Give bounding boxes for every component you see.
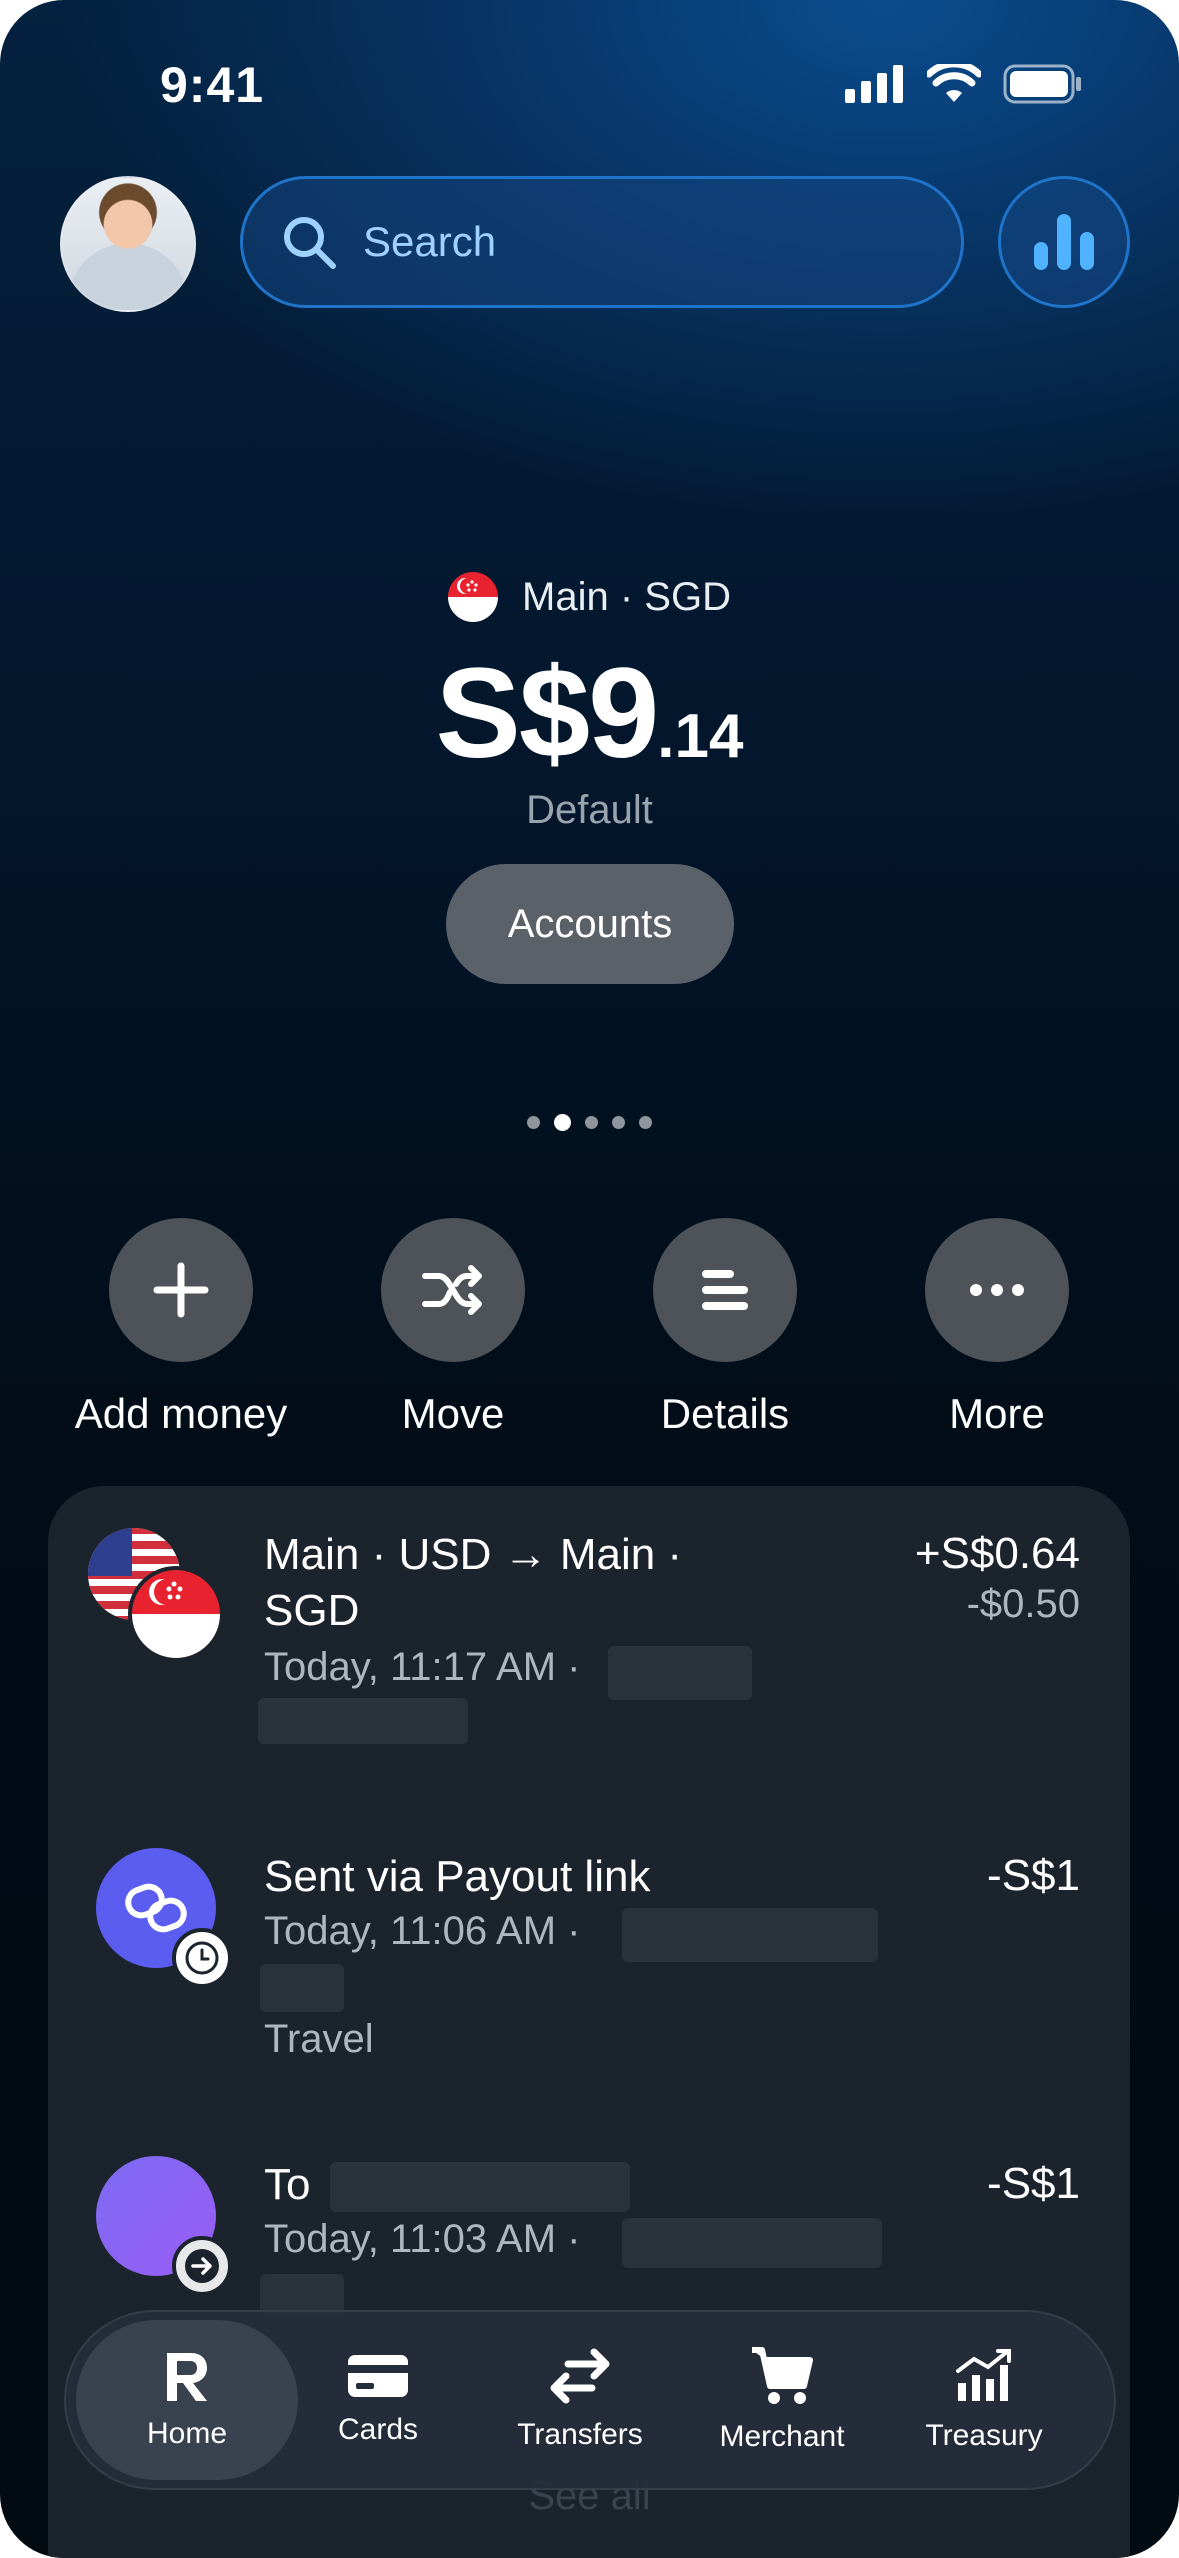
search-icon bbox=[284, 217, 336, 269]
balance-amount: S$9.14 bbox=[0, 640, 1179, 787]
transaction-amount: +S$0.64 bbox=[914, 1529, 1080, 1578]
nav-cards[interactable]: Cards bbox=[278, 2312, 478, 2488]
more-button[interactable]: More bbox=[867, 1218, 1127, 1438]
profile-avatar[interactable] bbox=[60, 176, 196, 312]
search-placeholder: Search bbox=[363, 218, 497, 265]
nav-treasury[interactable]: Treasury bbox=[884, 2312, 1084, 2488]
balance-main: S$9 bbox=[435, 642, 660, 785]
nav-home-label: Home bbox=[146, 2417, 228, 2450]
sgd-flag-icon bbox=[128, 1566, 224, 1662]
pending-clock-icon bbox=[172, 1928, 232, 1988]
page-indicator[interactable] bbox=[0, 1114, 1179, 1131]
page-dot bbox=[585, 1116, 598, 1129]
redacted-text bbox=[622, 1908, 878, 1962]
status-time: 9:41 bbox=[160, 57, 265, 113]
nav-cards-label: Cards bbox=[337, 2413, 419, 2446]
more-label: More bbox=[949, 1390, 1045, 1437]
bar-chart-icon bbox=[1034, 214, 1094, 270]
add-money-circle bbox=[109, 1218, 253, 1362]
shuffle-icon bbox=[422, 1265, 482, 1315]
redacted-text bbox=[608, 1646, 752, 1700]
add-money-label: Add money bbox=[74, 1390, 288, 1437]
transaction-time: Today, 11:06 AM · bbox=[264, 1909, 581, 1953]
page-dot bbox=[527, 1116, 540, 1129]
transaction-amount: -S$1 bbox=[987, 2159, 1080, 2208]
nav-home[interactable]: Home bbox=[76, 2320, 298, 2480]
outgoing-arrow-icon bbox=[172, 2236, 232, 2296]
transaction-time: Today, 11:03 AM · bbox=[264, 2217, 581, 2261]
page-dot bbox=[639, 1116, 652, 1129]
analytics-button[interactable] bbox=[998, 176, 1130, 308]
add-money-button[interactable]: Add money bbox=[51, 1218, 311, 1438]
transaction-title: Sent via Payout link bbox=[264, 1852, 651, 1901]
nav-transfers-label: Transfers bbox=[517, 2418, 643, 2451]
battery-icon bbox=[1003, 64, 1081, 104]
move-label: Move bbox=[401, 1390, 505, 1437]
more-circle bbox=[925, 1218, 1069, 1362]
shopping-cart-icon bbox=[752, 2347, 813, 2404]
details-circle bbox=[653, 1218, 797, 1362]
account-label: Main · SGD bbox=[522, 574, 731, 619]
account-default-label: Default bbox=[526, 788, 653, 832]
accounts-button[interactable]: Accounts bbox=[446, 864, 734, 984]
transaction-amount-secondary: -$0.50 bbox=[966, 1582, 1080, 1626]
app-screen: 9:41 Search Main · SGD S$9.14 Default Ac… bbox=[0, 0, 1179, 2558]
bottom-nav: Home Cards Transfers Merchant Treasury bbox=[64, 2310, 1116, 2490]
page-dot bbox=[612, 1116, 625, 1129]
wifi-icon bbox=[927, 64, 981, 102]
transaction-row[interactable]: Sent via Payout link Today, 11:06 AM · T… bbox=[48, 1848, 1130, 2098]
redacted-text bbox=[260, 1964, 344, 2012]
revolut-logo-icon bbox=[167, 2353, 207, 2401]
redacted-text bbox=[330, 2162, 630, 2212]
transfer-arrows-icon bbox=[550, 2348, 610, 2404]
transaction-row[interactable]: Main · USD → Main · SGD Today, 11:17 AM … bbox=[48, 1526, 1130, 1766]
plus-icon bbox=[153, 1262, 209, 1318]
cellular-signal-icon bbox=[845, 65, 903, 103]
list-icon bbox=[702, 1270, 748, 1310]
move-circle bbox=[381, 1218, 525, 1362]
transaction-time: Today, 11:17 AM · bbox=[264, 1645, 581, 1689]
transaction-amount: -S$1 bbox=[987, 1851, 1080, 1900]
transaction-category: Travel bbox=[264, 2017, 374, 2061]
nav-transfers[interactable]: Transfers bbox=[480, 2312, 680, 2488]
search-bar[interactable]: Search bbox=[240, 176, 964, 308]
redacted-text bbox=[622, 2218, 882, 2268]
status-icons bbox=[845, 64, 1083, 104]
nav-treasury-label: Treasury bbox=[925, 2419, 1043, 2452]
transaction-title: To bbox=[264, 2160, 311, 2209]
redacted-text bbox=[258, 1698, 468, 1744]
transaction-title: Main · USD → Main · bbox=[264, 1530, 683, 1579]
treasury-chart-icon bbox=[956, 2349, 1011, 2401]
nav-merchant[interactable]: Merchant bbox=[682, 2312, 882, 2488]
page-dot-active bbox=[554, 1114, 571, 1131]
details-label: Details bbox=[660, 1390, 790, 1437]
card-icon bbox=[348, 2355, 408, 2397]
ellipsis-icon bbox=[970, 1284, 1024, 1296]
singapore-flag-icon bbox=[448, 572, 499, 622]
balance-cents: .14 bbox=[657, 702, 744, 771]
transaction-title-cont: SGD bbox=[264, 1586, 360, 1635]
account-selector[interactable]: Main · SGD bbox=[0, 572, 1179, 622]
move-button[interactable]: Move bbox=[323, 1218, 583, 1438]
link-icon bbox=[125, 1883, 187, 1933]
nav-merchant-label: Merchant bbox=[719, 2420, 845, 2453]
details-button[interactable]: Details bbox=[595, 1218, 855, 1438]
